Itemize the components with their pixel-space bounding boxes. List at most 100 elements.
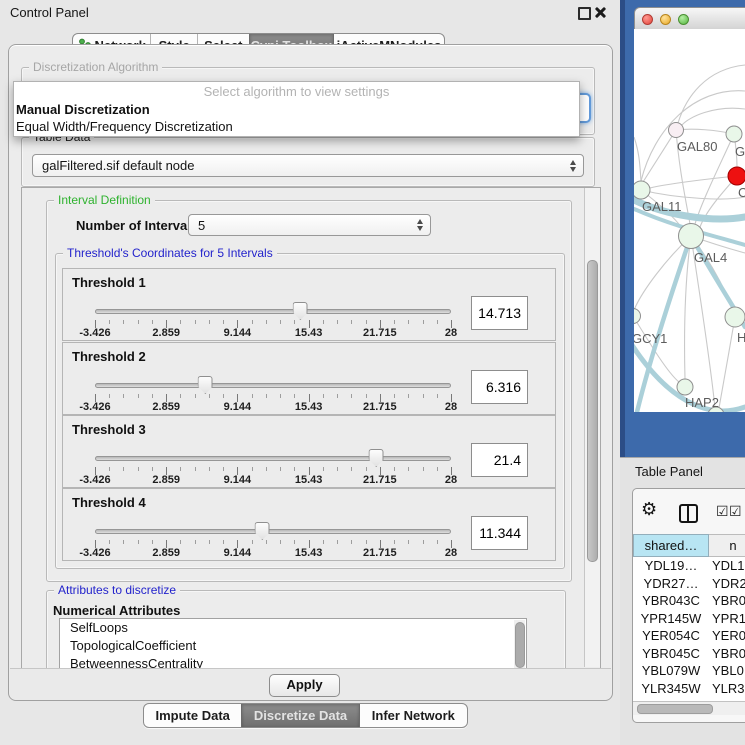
group-title: Discretization Algorithm	[29, 60, 162, 74]
tab-infer-network[interactable]: Infer Network	[359, 704, 467, 727]
slider-track[interactable]	[95, 383, 451, 388]
table-cell[interactable]: YBR045C	[633, 646, 709, 661]
split-view-icon[interactable]	[679, 504, 698, 523]
threshold-value-field[interactable]	[471, 443, 528, 477]
slider-thumb[interactable]	[293, 302, 308, 320]
slider-scale-label: 9.144	[224, 547, 252, 559]
node-label: GA	[735, 144, 745, 159]
attribute-item[interactable]: SelfLoops	[60, 619, 526, 637]
table-cell[interactable]: YLR345W	[633, 681, 709, 696]
network-node[interactable]	[679, 224, 704, 249]
slider-tick	[109, 467, 110, 471]
table-cell[interactable]: YLR3	[709, 681, 745, 696]
scrollbar-thumb[interactable]	[515, 622, 525, 668]
table-cell[interactable]: YER0	[709, 628, 745, 643]
slider-tick	[123, 467, 124, 471]
slider-scale: -3.4262.8599.14415.4321.71528	[95, 401, 451, 413]
network-node[interactable]	[669, 123, 684, 138]
popup-item-equal-width-frequency[interactable]: Equal Width/Frequency Discretization	[16, 119, 233, 134]
table-cell[interactable]: YDR27…	[633, 576, 709, 591]
vertical-scrollbar[interactable]	[584, 188, 600, 667]
table-cell[interactable]: YBR0	[709, 646, 745, 661]
table-row[interactable]: YER054CYER0	[633, 627, 745, 645]
apply-button[interactable]: Apply	[269, 674, 340, 697]
table-cell[interactable]: YER054C	[633, 628, 709, 643]
table-row[interactable]: YBR043CYBR0	[633, 592, 745, 610]
table-row[interactable]: YDR27…YDR2	[633, 575, 745, 593]
slider-scale-label: 9.144	[224, 401, 252, 413]
slider-tick	[152, 467, 153, 471]
table-panel: ⚙ ☑ ☑ shared… n YDL19…YDL1YDR27…YDR2YBR0…	[632, 488, 745, 723]
table-row[interactable]: YDL19…YDL1	[633, 557, 745, 575]
slider-tick	[266, 320, 267, 324]
gear-icon[interactable]: ⚙	[641, 500, 657, 518]
table-cell[interactable]: YPR1	[709, 611, 745, 626]
slider-scale-label: 21.715	[363, 474, 397, 486]
scrollbar-thumb[interactable]	[637, 704, 713, 714]
table-row[interactable]: YBL079WYBL0	[633, 662, 745, 680]
slider-tick	[180, 320, 181, 324]
network-node[interactable]	[726, 126, 742, 142]
network-node-highlighted[interactable]	[728, 167, 745, 185]
table-cell[interactable]: YDL19…	[633, 558, 709, 573]
minimize-window-icon[interactable]	[660, 14, 671, 25]
table-cell[interactable]: YBR043C	[633, 593, 709, 608]
slider-thumb[interactable]	[198, 376, 213, 394]
slider-thumb[interactable]	[369, 449, 384, 467]
slider-tick	[351, 540, 352, 544]
popup-item-manual-discretization[interactable]: Manual Discretization	[16, 102, 150, 117]
network-node[interactable]	[725, 307, 745, 327]
horizontal-scrollbar[interactable]	[633, 701, 745, 715]
tab-impute-data[interactable]: Impute Data	[144, 704, 241, 727]
slider-tick	[123, 394, 124, 398]
table-row[interactable]: YPR145WYPR1	[633, 610, 745, 628]
threshold-value-field[interactable]	[471, 296, 528, 330]
table-cell[interactable]: YBL079W	[633, 663, 709, 678]
table-body: YDL19…YDL1YDR27…YDR2YBR043CYBR0YPR145WYP…	[633, 557, 745, 701]
network-window-titlebar[interactable]	[634, 7, 745, 30]
slider-tick	[109, 320, 110, 324]
scrollbar-thumb[interactable]	[587, 260, 598, 562]
slider-tick	[294, 540, 295, 544]
slider-track[interactable]	[95, 456, 451, 461]
network-node[interactable]	[677, 379, 693, 395]
zoom-window-icon[interactable]	[678, 14, 689, 25]
threshold-value-field[interactable]	[471, 370, 528, 404]
number-of-intervals-combobox[interactable]: 5	[188, 214, 431, 236]
slider-track[interactable]	[95, 309, 451, 314]
node-label: H	[737, 330, 745, 345]
network-desktop-area: GAL80 GA C GAL11 GAL4 GCY1 H HAP2	[620, 0, 745, 457]
slider-tick	[323, 467, 324, 471]
slider-tick	[180, 394, 181, 398]
float-panel-icon[interactable]	[578, 7, 591, 20]
network-node[interactable]	[634, 309, 641, 324]
table-cell[interactable]: YDR2	[709, 576, 745, 591]
node-label: GAL4	[694, 250, 727, 265]
combobox-value: galFiltered.sif default node	[33, 158, 194, 173]
slider-thumb[interactable]	[255, 522, 270, 540]
network-canvas[interactable]: GAL80 GA C GAL11 GAL4 GCY1 H HAP2	[634, 29, 745, 412]
column-header-shared-name[interactable]: shared…	[633, 534, 709, 557]
table-data-combobox[interactable]: galFiltered.sif default node	[32, 154, 584, 177]
select-columns-icon[interactable]: ☑	[716, 504, 729, 518]
group-title: Threshold's Coordinates for 5 Intervals	[63, 246, 277, 260]
attribute-item[interactable]: TopologicalCoefficient	[60, 637, 526, 655]
table-row[interactable]: YLR345WYLR3	[633, 680, 745, 698]
numerical-attributes-list[interactable]: SelfLoopsTopologicalCoefficientBetweenne…	[59, 618, 527, 670]
slider-track[interactable]	[95, 529, 451, 534]
network-node[interactable]	[634, 181, 650, 199]
number-of-intervals-label: Number of Intervals	[76, 218, 198, 233]
close-window-icon[interactable]	[642, 14, 653, 25]
slider-tick	[323, 394, 324, 398]
table-row[interactable]: YBR045CYBR0	[633, 645, 745, 663]
list-scrollbar[interactable]	[514, 620, 525, 670]
threshold-value-field[interactable]	[471, 516, 528, 550]
table-cell[interactable]: YPR145W	[633, 611, 709, 626]
table-cell[interactable]: YDL1	[709, 558, 745, 573]
select-all-icon[interactable]: ☑	[729, 504, 742, 518]
table-cell[interactable]: YBL0	[709, 663, 744, 678]
close-icon[interactable]	[593, 5, 608, 20]
column-header-name[interactable]: n	[709, 534, 745, 557]
tab-discretize-data[interactable]: Discretize Data	[241, 704, 358, 727]
table-cell[interactable]: YBR0	[709, 593, 745, 608]
